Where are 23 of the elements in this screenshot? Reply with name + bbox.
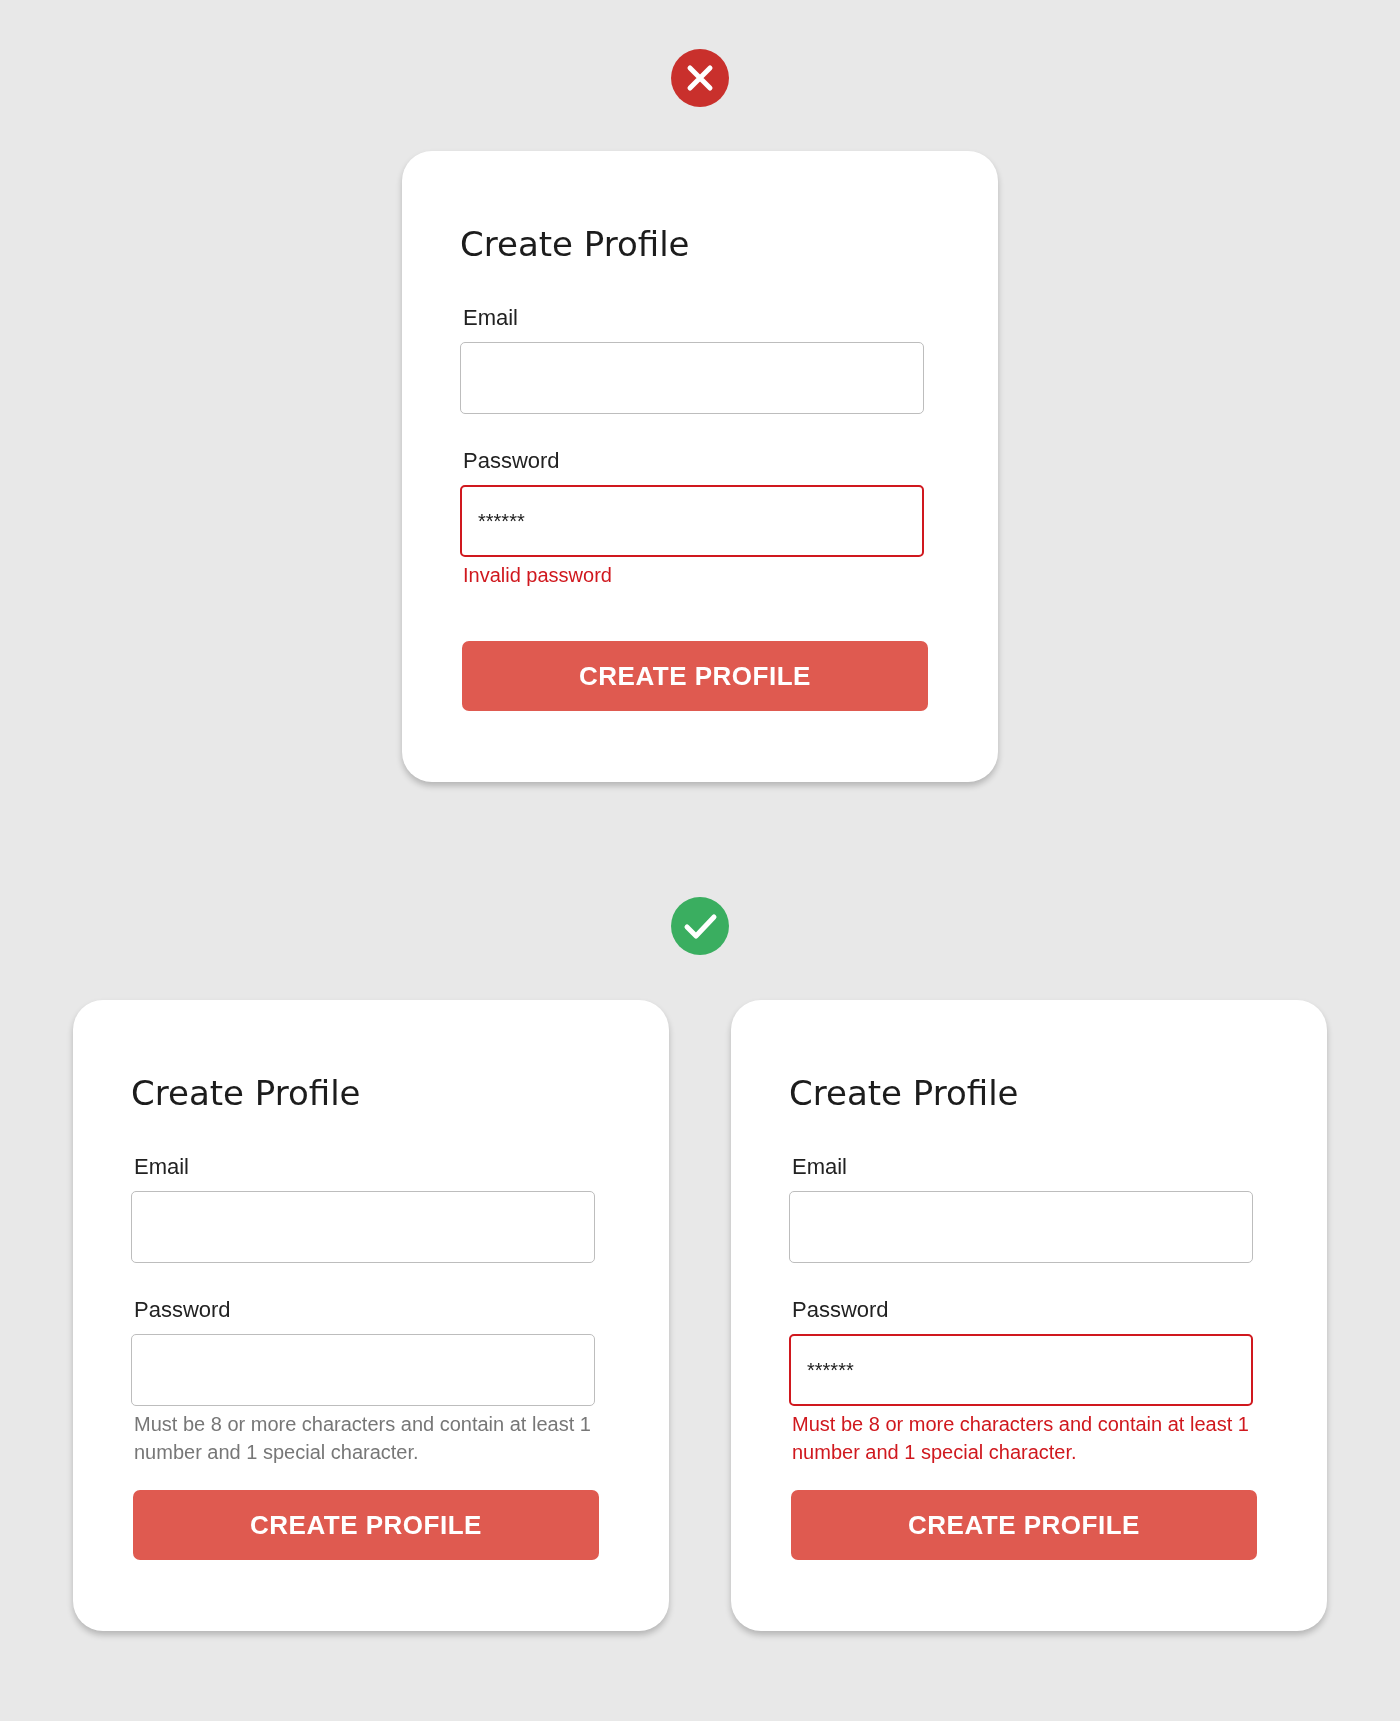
field-label: Email bbox=[134, 1154, 189, 1180]
email-field[interactable] bbox=[789, 1191, 1253, 1263]
field-label: Email bbox=[792, 1154, 847, 1180]
check-icon bbox=[671, 897, 729, 955]
create-profile-button[interactable]: CREATE PROFILE bbox=[462, 641, 928, 711]
field-label: Password bbox=[792, 1297, 889, 1323]
email-field[interactable] bbox=[460, 342, 924, 414]
form-title: Create Profile bbox=[789, 1072, 1020, 1114]
field-label: Password bbox=[463, 448, 560, 474]
field-label: Email bbox=[463, 305, 518, 331]
form-title: Create Profile bbox=[131, 1072, 362, 1114]
helper-text: Must be 8 or more characters and contain at least 1 number and 1 special character. bbox=[134, 1412, 592, 1465]
create-profile-button[interactable]: CREATE PROFILE bbox=[133, 1490, 599, 1560]
form-title: Create Profile bbox=[460, 223, 691, 265]
email-field[interactable] bbox=[131, 1191, 595, 1263]
password-field[interactable]: ****** bbox=[789, 1334, 1253, 1406]
cross-icon bbox=[671, 49, 729, 107]
helper-text: Invalid password bbox=[463, 563, 613, 588]
password-field[interactable]: ****** bbox=[460, 485, 924, 557]
password-field[interactable] bbox=[131, 1334, 595, 1406]
create-profile-button[interactable]: CREATE PROFILE bbox=[791, 1490, 1257, 1560]
helper-text: Must be 8 or more characters and contain at least 1 number and 1 special character. bbox=[792, 1412, 1250, 1465]
field-label: Password bbox=[134, 1297, 231, 1323]
